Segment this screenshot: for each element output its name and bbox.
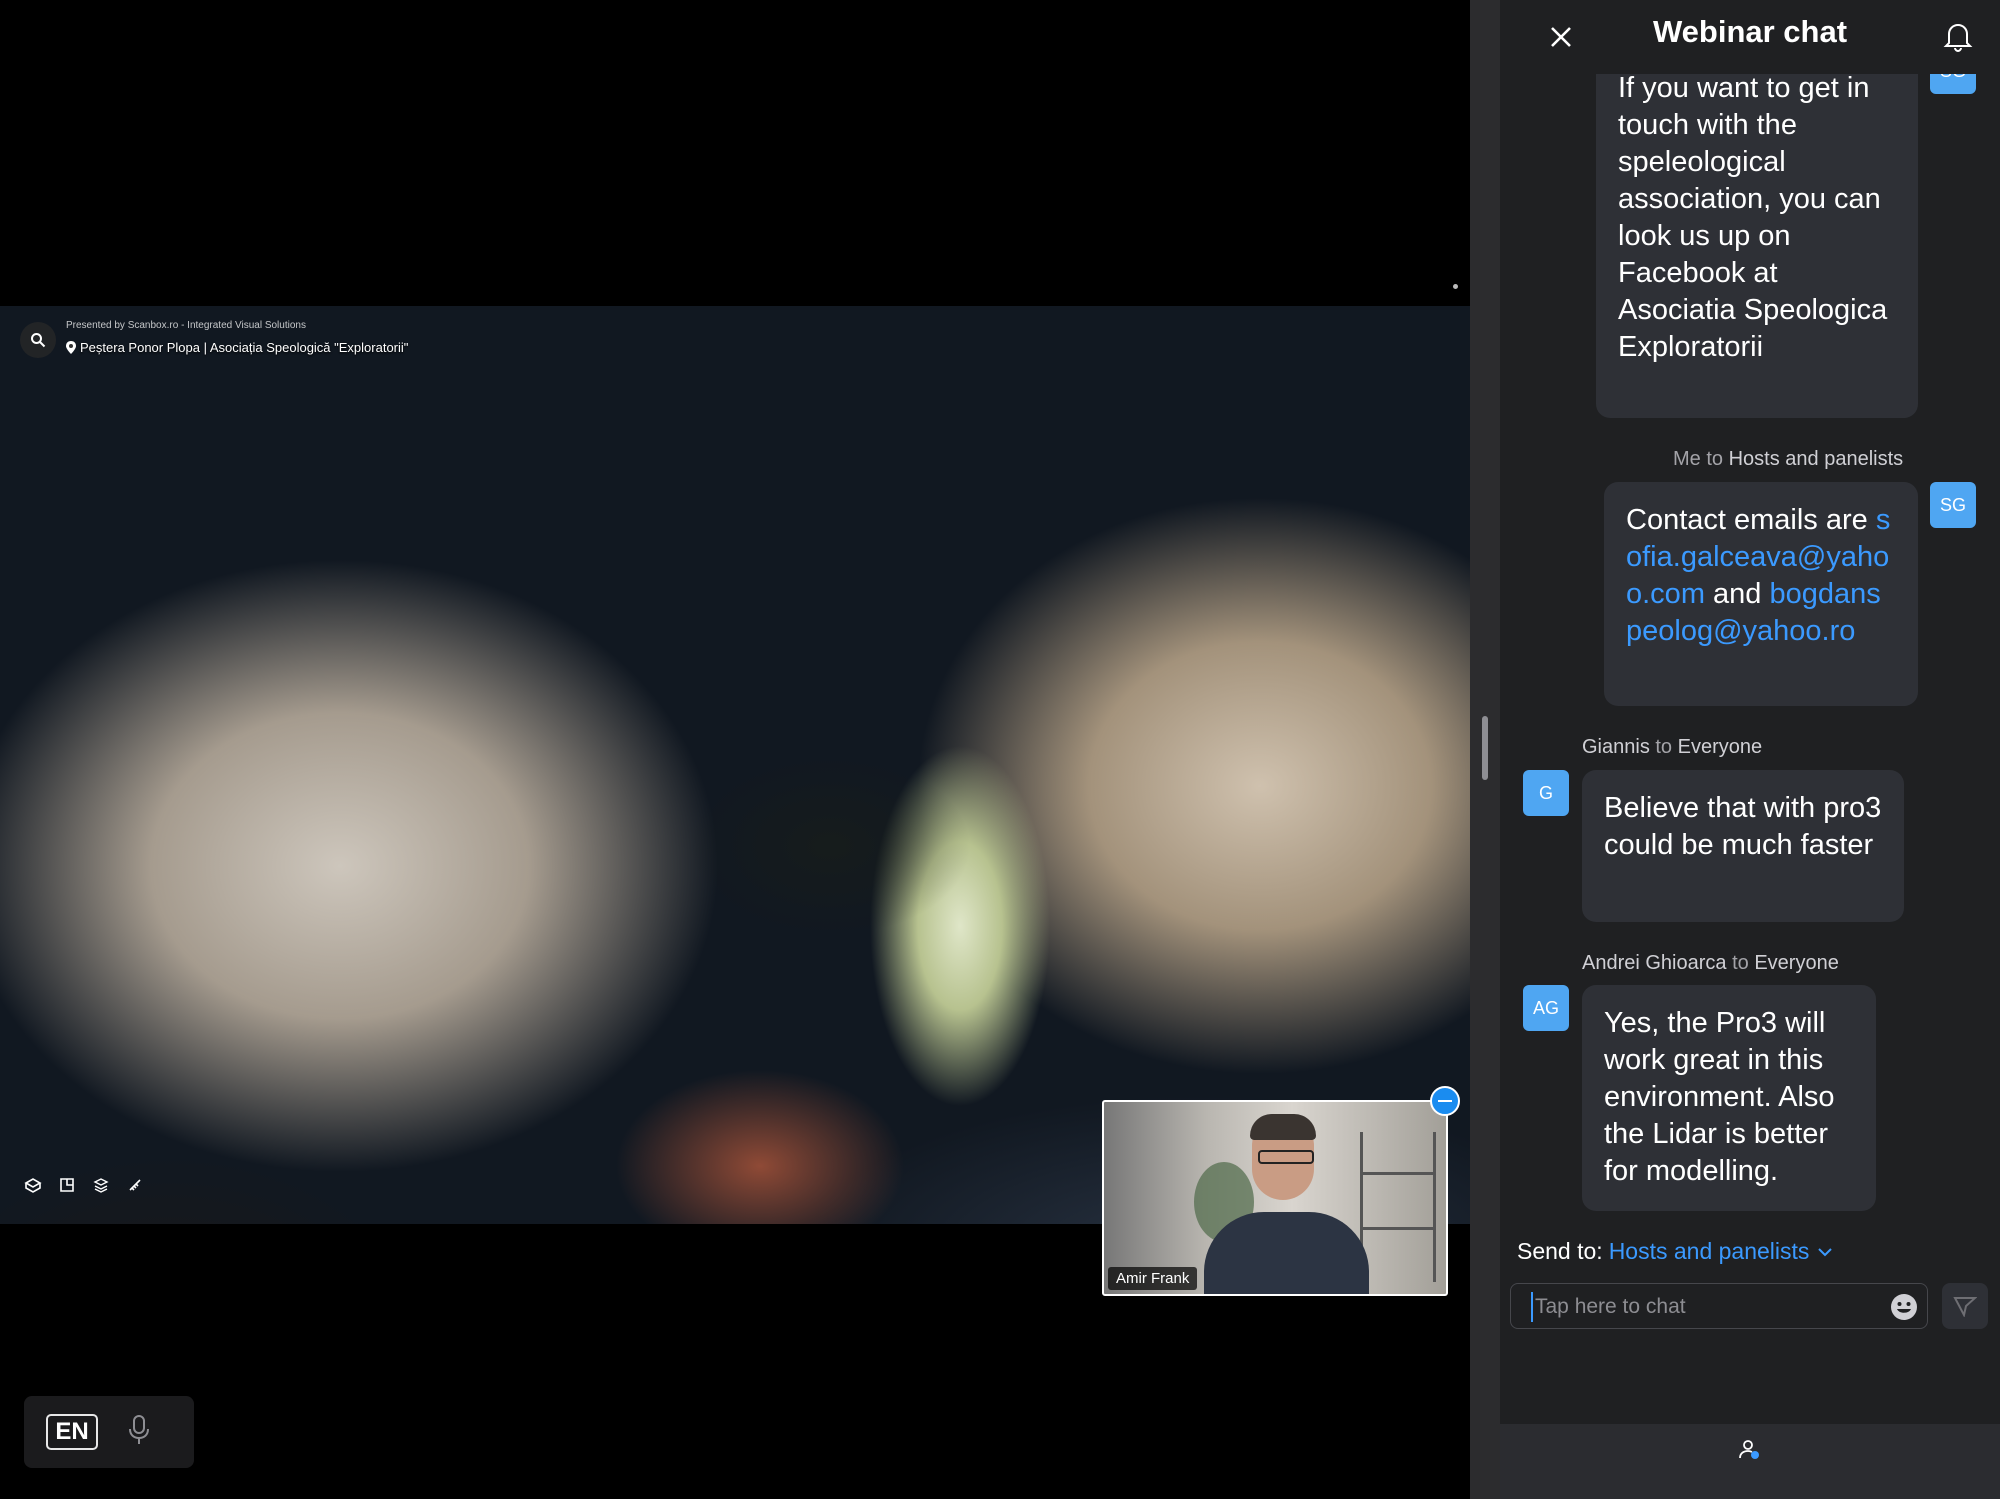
participants-icon[interactable] [1738, 1438, 1762, 1462]
chat-title: Webinar chat [1652, 14, 1848, 49]
speaker-hair [1250, 1114, 1316, 1140]
send-to-value: Hosts and panelists [1608, 1238, 1810, 1264]
chat-header: Webinar chat [1500, 0, 2000, 74]
language-button[interactable]: EN [46, 1414, 98, 1450]
floors-icon[interactable] [90, 1174, 112, 1196]
avatar: G [1523, 770, 1569, 816]
to-word: to [1655, 736, 1673, 758]
chat-input-box [1510, 1283, 1928, 1329]
video-stage: Presented by Scanbox.ro - Integrated Vis… [0, 0, 1470, 1499]
send-to-label: Send to: [1517, 1238, 1603, 1264]
dollhouse-icon[interactable] [22, 1174, 44, 1196]
message-text: Yes, the Pro3 will work great in this en… [1604, 1007, 1835, 1187]
speaker-video[interactable]: Amir Frank [1102, 1100, 1448, 1296]
avatar: SG [1930, 482, 1976, 528]
shared-screen[interactable]: Presented by Scanbox.ro - Integrated Vis… [0, 306, 1470, 1224]
message-bubble: Contact emails are sofia.galceava@yahoo.… [1604, 482, 1918, 706]
sender-name: Me [1673, 448, 1701, 470]
send-button[interactable] [1942, 1283, 1988, 1329]
measure-icon[interactable] [124, 1174, 146, 1196]
message-bubble: Yes, the Pro3 will work great in this en… [1582, 985, 1876, 1211]
search-icon[interactable] [20, 322, 56, 358]
floorplan-icon[interactable] [56, 1174, 78, 1196]
language-bar: EN [24, 1396, 194, 1468]
to-word: to [1706, 448, 1724, 470]
share-toolbar [22, 1174, 146, 1196]
share-credit-text: Presented by Scanbox.ro - Integrated Vis… [66, 320, 306, 331]
minimize-video-button[interactable] [1430, 1086, 1460, 1116]
message-bubble: If you want to get in touch with the spe… [1596, 56, 1918, 418]
send-to-dropdown[interactable]: Hosts and panelists [1609, 1238, 1834, 1265]
message-text: and [1713, 578, 1762, 610]
message-text: Believe that with pro3 could be much fas… [1604, 792, 1882, 861]
minus-icon [1438, 1100, 1452, 1102]
resize-handle[interactable] [1482, 716, 1488, 780]
emoji-icon[interactable] [1889, 1292, 1919, 1322]
send-to-row: Send to: Hosts and panelists [1517, 1238, 1833, 1265]
sender-name: Andrei Ghioarca [1582, 952, 1727, 974]
sender-name: Giannis [1582, 736, 1650, 758]
speaker-name-label: Amir Frank [1108, 1267, 1198, 1290]
message-text: If you want to get in touch with the spe… [1618, 72, 1888, 363]
recipient-name: Everyone [1754, 952, 1839, 974]
avatar: AG [1523, 985, 1569, 1031]
to-word: to [1732, 952, 1749, 974]
send-icon [1953, 1297, 1977, 1317]
location-pin-icon [66, 341, 76, 354]
speaker-body [1204, 1212, 1369, 1294]
chevron-down-icon [1818, 1247, 1833, 1256]
message-text: Contact emails are [1626, 504, 1868, 536]
chat-footer [1500, 1424, 2000, 1499]
recipient-name: Hosts and panelists [1728, 448, 1904, 470]
message-meta: Andrei Ghioarca to Everyone [1582, 952, 1839, 975]
recipient-name: Everyone [1677, 736, 1763, 758]
share-location: Peștera Ponor Plopa | Asociația Speologi… [66, 340, 408, 355]
message-meta: Giannis to Everyone [1582, 736, 1762, 759]
chat-input[interactable] [1531, 1292, 1877, 1322]
cave-image [0, 306, 1470, 1224]
share-location-text: Peștera Ponor Plopa | Asociația Speologi… [80, 340, 409, 355]
bell-icon[interactable] [1940, 18, 1976, 54]
microphone-icon[interactable] [128, 1414, 150, 1450]
chat-panel: If you want to get in touch with the spe… [1500, 0, 2000, 1499]
message-bubble: Believe that with pro3 could be much fas… [1582, 770, 1904, 922]
message-meta: Me to Hosts and panelists [1673, 448, 1903, 471]
indicator-dot [1453, 284, 1458, 289]
speaker-glasses [1258, 1150, 1314, 1164]
background-shelf [1360, 1132, 1436, 1282]
